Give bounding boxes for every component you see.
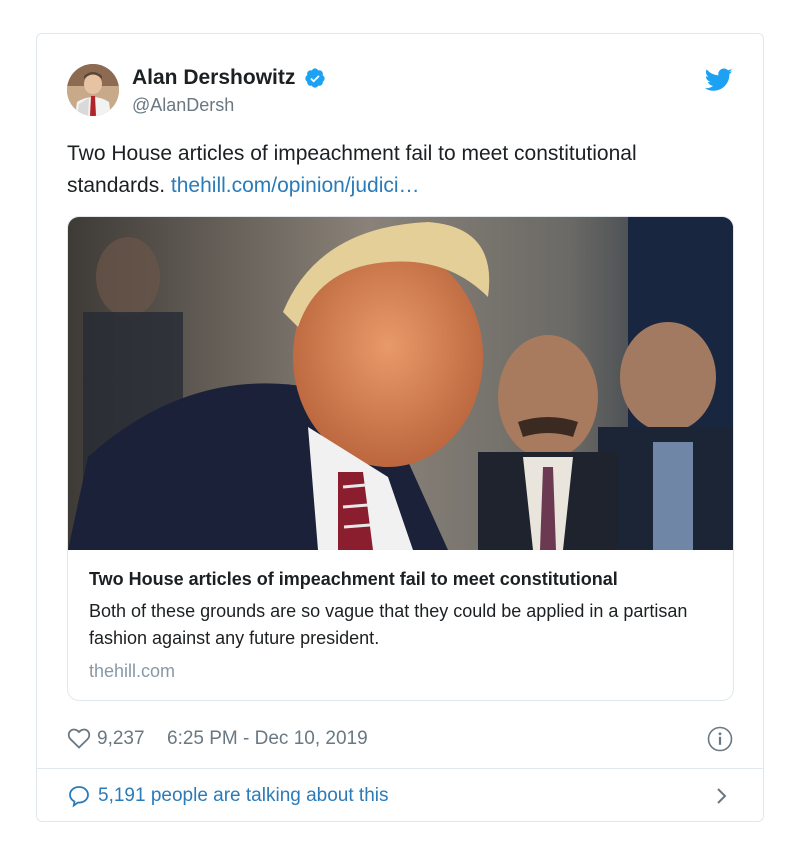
- author-names: Alan Dershowitz @AlanDersh: [132, 66, 326, 116]
- card-image[interactable]: [68, 217, 733, 550]
- tweet-timestamp[interactable]: 6:25 PM - Dec 10, 2019: [167, 727, 368, 751]
- author-handle[interactable]: @AlanDersh: [132, 94, 326, 116]
- conversation-link[interactable]: 5,191 people are talking about this: [67, 783, 733, 809]
- card-description: Both of these grounds are so vague that …: [89, 601, 688, 648]
- heart-icon[interactable]: [67, 727, 91, 749]
- card-body: Two House articles of impeachment fail t…: [89, 567, 715, 682]
- verified-badge-icon: [304, 67, 326, 89]
- twitter-bird-icon[interactable]: [704, 68, 733, 92]
- chevron-right-icon[interactable]: [715, 786, 729, 806]
- info-icon[interactable]: [707, 726, 733, 752]
- tweet-text: Two House articles of impeachment fail t…: [67, 138, 727, 202]
- embedded-tweet: Alan Dershowitz @AlanDersh Two House art…: [36, 33, 764, 822]
- tweet-header: Alan Dershowitz @AlanDersh: [67, 64, 733, 116]
- link-card[interactable]: Two House articles of impeachment fail t…: [67, 216, 734, 701]
- tweet-meta: 9,237 6:25 PM - Dec 10, 2019: [67, 726, 733, 752]
- talking-label[interactable]: 5,191 people are talking about this: [98, 784, 389, 808]
- card-domain: thehill.com: [89, 661, 176, 681]
- author-display-name[interactable]: Alan Dershowitz: [132, 66, 295, 90]
- like-count[interactable]: 9,237: [97, 727, 145, 751]
- speech-bubble-icon: [67, 784, 91, 808]
- card-title: Two House articles of impeachment fail t…: [89, 569, 618, 589]
- divider: [37, 768, 763, 769]
- tweet-link[interactable]: thehill.com/opinion/judici…: [171, 174, 420, 197]
- author-avatar[interactable]: [67, 64, 119, 116]
